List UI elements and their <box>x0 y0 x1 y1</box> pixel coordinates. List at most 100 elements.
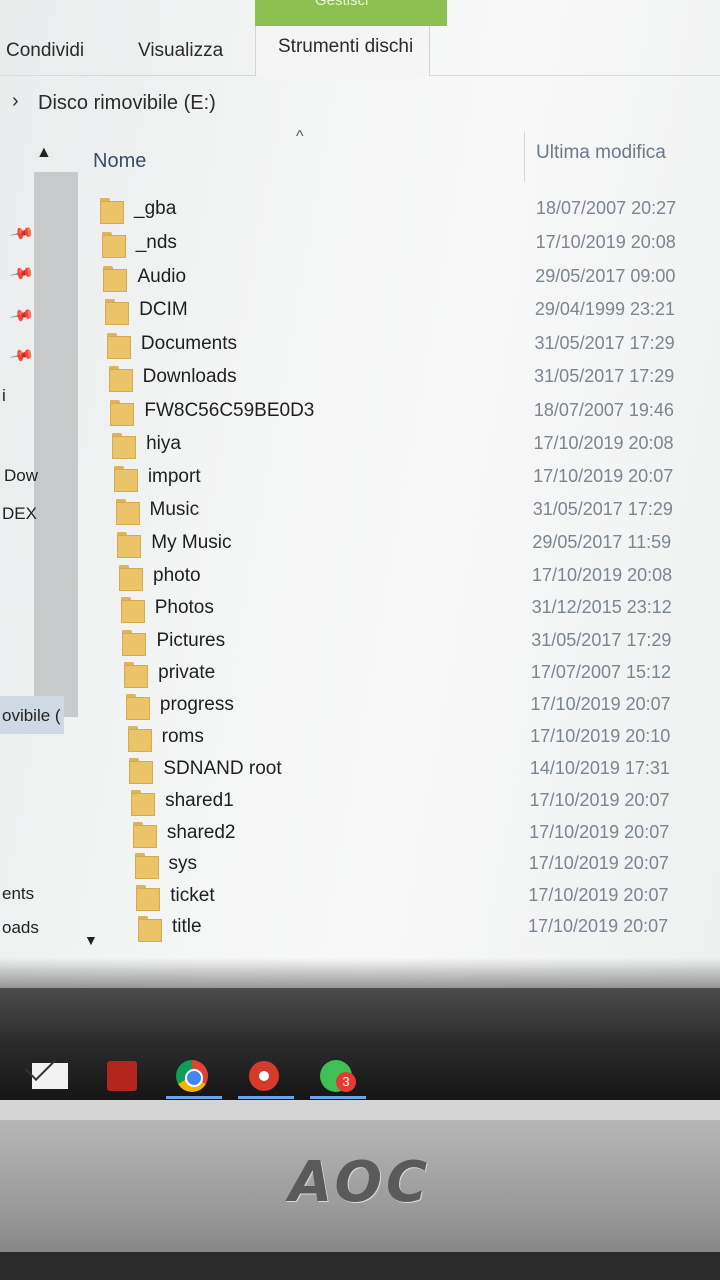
ribbon-tabs: Condividi Visualizza Strumenti dischi <box>0 26 720 76</box>
explorer-window: Gestisci Condividi Visualizza Strumenti … <box>0 0 720 1000</box>
file-row[interactable]: DCIM 29/04/1999 23:21 <box>105 297 720 327</box>
folder-icon <box>106 333 131 359</box>
tab-visualizza[interactable]: Visualizza <box>138 40 223 62</box>
file-row[interactable]: My Music 29/05/2017 11:59 <box>117 530 720 560</box>
file-name: hiya <box>146 432 181 454</box>
navigation-pane: ▲ 📌 📌 📌 📌 i Dow DEX ovibile ( ents oads … <box>0 134 98 984</box>
file-row[interactable]: ticket 17/10/2019 20:07 <box>136 883 720 913</box>
column-header-name[interactable]: Nome <box>93 150 146 173</box>
file-name: shared2 <box>166 821 236 843</box>
file-row[interactable]: photo 17/10/2019 20:08 <box>119 563 720 593</box>
file-row[interactable]: shared1 17/10/2019 20:07 <box>131 788 720 818</box>
folder-icon <box>108 366 133 393</box>
file-row[interactable]: import 17/10/2019 20:07 <box>113 464 720 494</box>
file-modified-date: 31/05/2017 17:29 <box>531 629 672 650</box>
nav-item-downloads[interactable]: Dow <box>4 466 38 486</box>
folder-icon <box>125 694 150 721</box>
folder-icon <box>119 564 143 591</box>
column-header-modified[interactable]: Ultima modifica <box>536 142 666 164</box>
file-row[interactable]: roms 17/10/2019 20:10 <box>127 724 720 754</box>
address-path[interactable]: Disco rimovibile (E:) <box>38 92 216 115</box>
record-icon[interactable] <box>246 1058 282 1094</box>
file-row[interactable]: sys 17/10/2019 20:07 <box>134 851 720 881</box>
file-row[interactable]: Photos 31/12/2015 23:12 <box>120 595 720 625</box>
sort-ascending-icon: ^ <box>296 128 304 145</box>
nav-item-downloads-2[interactable]: oads <box>2 918 39 938</box>
nav-scrollbar-thumb[interactable] <box>34 172 78 717</box>
file-name: SDNAND root <box>163 758 282 780</box>
file-row[interactable]: Downloads 31/05/2017 17:29 <box>108 364 720 394</box>
column-divider[interactable] <box>524 132 525 182</box>
folder-icon <box>136 884 161 911</box>
tab-strumenti-dischi[interactable]: Strumenti dischi <box>255 26 431 76</box>
whatsapp-icon[interactable]: 3 <box>318 1058 356 1094</box>
folder-icon <box>122 629 147 656</box>
file-modified-date: 17/10/2019 20:07 <box>528 916 669 936</box>
file-modified-date: 17/10/2019 20:08 <box>532 564 673 585</box>
file-modified-date: 29/04/1999 23:21 <box>534 299 676 320</box>
file-name: Photos <box>154 597 214 619</box>
file-modified-date: 17/10/2019 20:07 <box>529 821 670 842</box>
pin-icon: 📌 <box>8 221 35 248</box>
nav-item[interactable]: i <box>2 386 6 406</box>
folder-icon <box>132 821 157 848</box>
file-modified-date: 29/05/2017 09:00 <box>535 265 676 286</box>
file-row[interactable]: Documents 31/05/2017 17:29 <box>106 331 720 361</box>
file-name: progress <box>159 694 234 716</box>
file-modified-date: 17/07/2007 15:12 <box>530 661 672 682</box>
file-name: private <box>158 661 216 683</box>
file-modified-date: 18/07/2007 20:27 <box>536 198 677 218</box>
file-name: Pictures <box>156 629 226 651</box>
scroll-down-icon[interactable]: ▼ <box>84 932 98 948</box>
file-modified-date: 17/10/2019 20:07 <box>528 853 669 874</box>
file-name: photo <box>153 564 201 586</box>
nav-item-documents[interactable]: ents <box>2 884 34 904</box>
file-modified-date: 14/10/2019 17:31 <box>529 758 670 779</box>
red-app-icon[interactable] <box>104 1058 140 1094</box>
file-row[interactable]: SDNAND root 14/10/2019 17:31 <box>129 756 720 786</box>
file-row[interactable]: progress 17/10/2019 20:07 <box>125 692 720 722</box>
file-row[interactable]: Audio 29/05/2017 09:00 <box>103 264 720 294</box>
file-name: FW8C56C59BE0D3 <box>144 399 315 421</box>
folder-icon <box>124 661 149 688</box>
address-bar[interactable]: › Disco rimovibile (E:) <box>0 86 720 124</box>
file-row[interactable]: _nds 17/10/2019 20:08 <box>101 230 720 260</box>
file-modified-date: 17/10/2019 20:07 <box>528 884 669 905</box>
scroll-up-icon[interactable]: ▲ <box>36 144 52 162</box>
file-row[interactable]: title 17/10/2019 20:07 <box>138 914 720 944</box>
file-row[interactable]: FW8C56C59BE0D3 18/07/2007 19:46 <box>110 398 720 428</box>
folder-icon <box>110 399 135 426</box>
running-indicator <box>310 1096 366 1099</box>
file-name: My Music <box>151 531 232 553</box>
bezel-bottom-edge <box>0 1252 720 1280</box>
pin-icon: 📌 <box>8 343 35 370</box>
folder-icon <box>101 231 126 258</box>
folder-icon <box>134 853 159 880</box>
file-row[interactable]: Pictures 31/05/2017 17:29 <box>122 628 720 658</box>
file-name: Downloads <box>142 366 237 388</box>
running-indicator <box>166 1096 222 1099</box>
nav-item-dex[interactable]: DEX <box>2 504 37 524</box>
file-name: DCIM <box>139 299 188 321</box>
chevron-right-icon[interactable]: › <box>12 90 19 113</box>
file-name: sys <box>168 853 198 875</box>
chrome-icon[interactable] <box>174 1058 210 1094</box>
file-row[interactable]: hiya 17/10/2019 20:08 <box>112 431 720 461</box>
context-group-label: Gestisci <box>315 0 369 9</box>
file-row[interactable]: private 17/07/2007 15:12 <box>124 660 720 690</box>
folder-icon <box>131 789 156 816</box>
context-tab-group[interactable]: Gestisci <box>255 0 447 26</box>
file-name: _nds <box>135 231 177 253</box>
tab-condividi[interactable]: Condividi <box>6 40 84 62</box>
file-modified-date: 18/07/2007 19:46 <box>533 399 674 420</box>
nav-item-removable-disk[interactable]: ovibile ( <box>2 706 61 726</box>
file-name: Documents <box>140 333 238 354</box>
mail-icon[interactable] <box>32 1058 68 1094</box>
file-row[interactable]: _gba 18/07/2007 20:27 <box>100 196 720 226</box>
file-modified-date: 17/10/2019 20:07 <box>533 466 674 487</box>
folder-icon <box>117 531 142 558</box>
file-row[interactable]: Music 31/05/2017 17:29 <box>115 497 720 527</box>
folder-icon <box>105 299 130 326</box>
file-modified-date: 17/10/2019 20:08 <box>533 432 674 453</box>
file-row[interactable]: shared2 17/10/2019 20:07 <box>132 820 720 850</box>
